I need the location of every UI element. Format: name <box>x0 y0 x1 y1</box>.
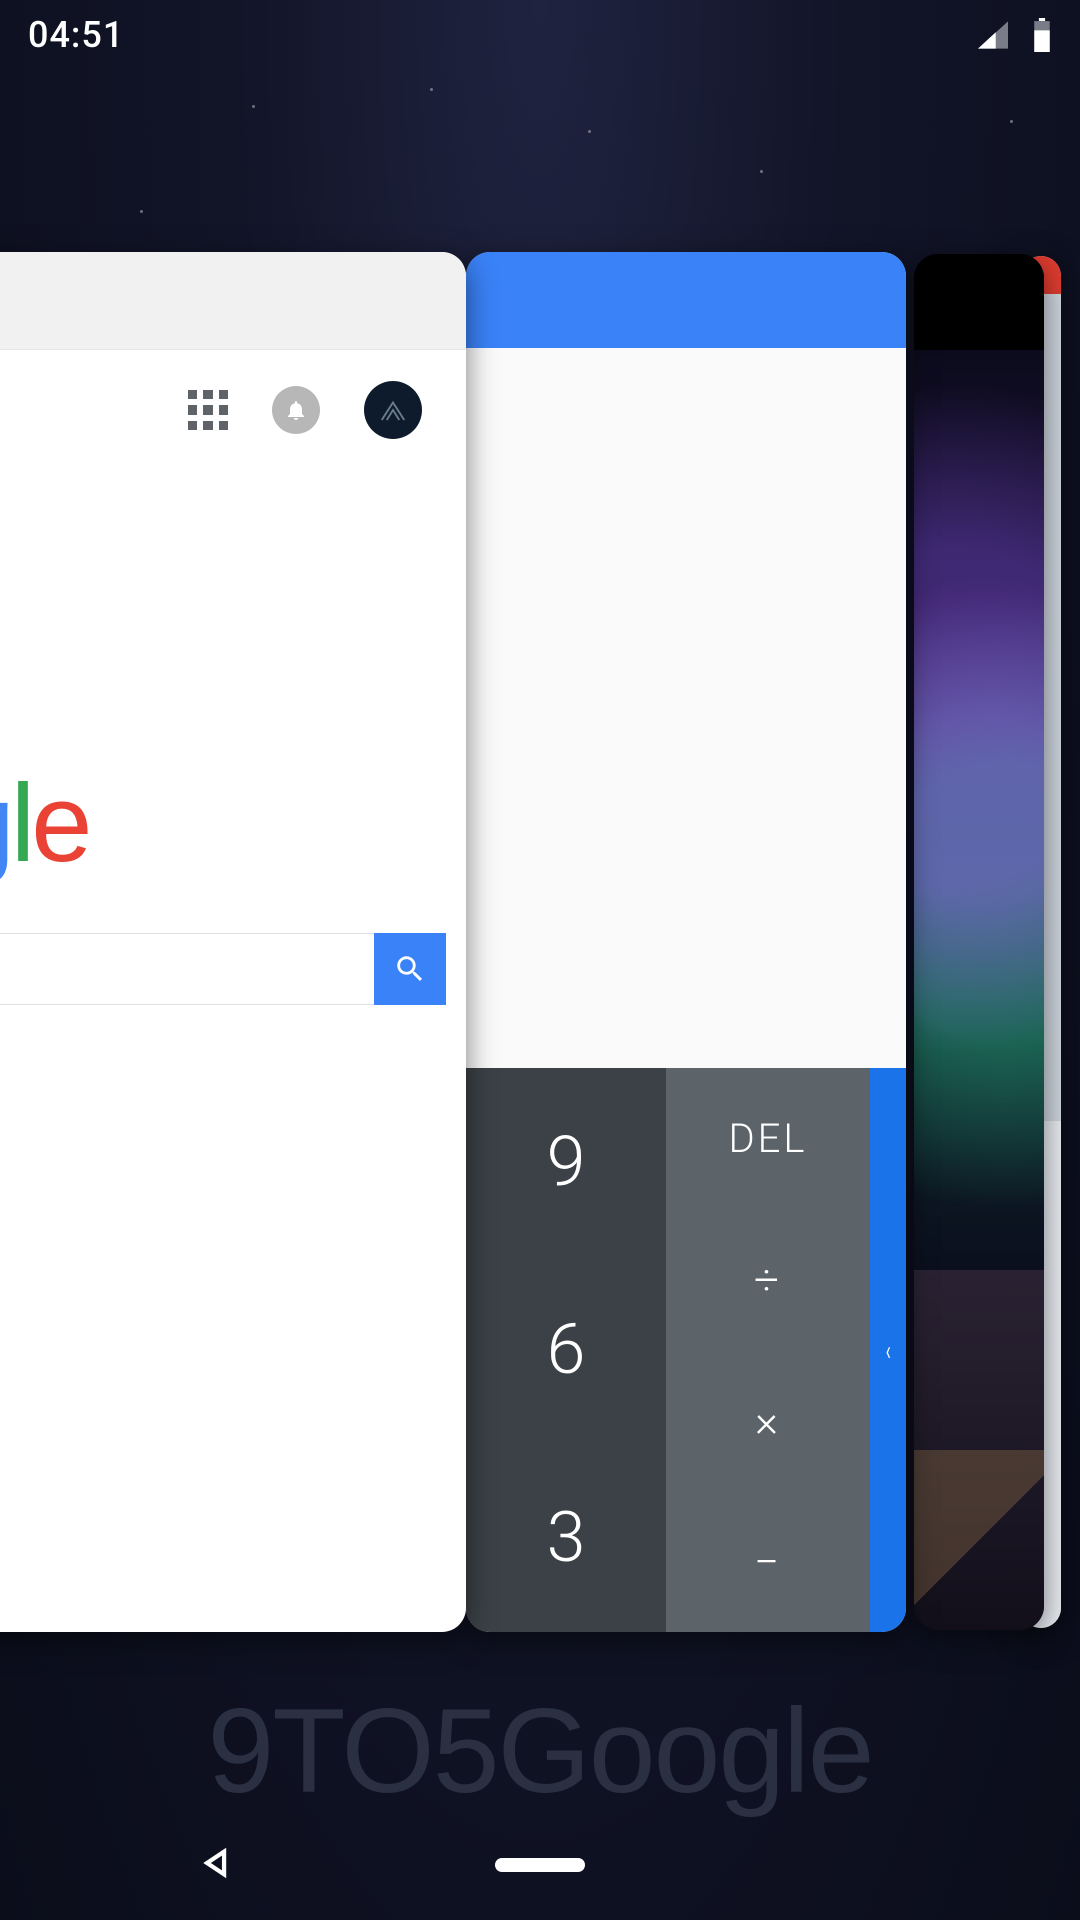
search-input[interactable] <box>0 933 374 1005</box>
logo-letter: l <box>11 762 31 885</box>
calc-key-del[interactable]: DEL <box>666 1068 870 1209</box>
search-button[interactable] <box>374 933 446 1005</box>
battery-icon <box>1032 18 1052 52</box>
chrome-omnibox-bar[interactable] <box>0 252 466 350</box>
star-deco <box>252 105 255 108</box>
recents-carousel[interactable]: 9 6 3 DEL ÷ × − ‹ <box>0 252 1080 1632</box>
chevron-left-icon: ‹ <box>885 1334 890 1367</box>
back-triangle-icon <box>200 1846 234 1880</box>
calc-key-9[interactable]: 9 <box>466 1068 666 1256</box>
calc-key-3[interactable]: 3 <box>466 1444 666 1632</box>
calc-key-multiply[interactable]: × <box>666 1350 870 1491</box>
calculator-display <box>466 348 906 1068</box>
watermark-9to5google: 9TO5Google <box>0 1682 1080 1820</box>
recents-card-calculator[interactable]: 9 6 3 DEL ÷ × − ‹ <box>466 252 906 1632</box>
status-bar: 04:51 <box>0 0 1080 70</box>
status-time: 04:51 <box>28 14 124 56</box>
notifications-icon[interactable] <box>272 386 320 434</box>
star-deco <box>430 88 433 91</box>
app-header-bar <box>914 254 1044 350</box>
logo-letter: e <box>31 762 88 885</box>
calc-key-divide[interactable]: ÷ <box>666 1209 870 1350</box>
star-deco <box>1010 120 1013 123</box>
account-avatar[interactable] <box>364 381 422 439</box>
google-logo: Google <box>0 760 466 887</box>
calc-advanced-drawer[interactable]: ‹ <box>870 1068 906 1632</box>
cell-signal-icon <box>976 20 1010 50</box>
star-deco <box>760 170 763 173</box>
search-icon <box>393 952 427 986</box>
calculator-keypad: 9 6 3 DEL ÷ × − ‹ <box>466 1068 906 1632</box>
wallpaper-preview <box>914 350 1044 1270</box>
star-deco <box>588 130 591 133</box>
star-deco <box>140 210 143 213</box>
google-account-toolbar <box>0 350 466 470</box>
logo-letter: g <box>0 762 11 885</box>
recents-card-chrome[interactable]: Google <box>0 252 466 1632</box>
google-search-row <box>0 933 466 1005</box>
app-body <box>914 1270 1044 1630</box>
app-header-bar <box>466 252 906 348</box>
system-nav-bar <box>0 1810 1080 1920</box>
calc-key-minus[interactable]: − <box>666 1491 870 1632</box>
recents-card[interactable] <box>914 254 1044 1630</box>
nav-back-button[interactable] <box>200 1846 234 1884</box>
nav-home-pill[interactable] <box>495 1858 585 1872</box>
google-apps-icon[interactable] <box>188 390 228 430</box>
calc-key-6[interactable]: 6 <box>466 1256 666 1444</box>
